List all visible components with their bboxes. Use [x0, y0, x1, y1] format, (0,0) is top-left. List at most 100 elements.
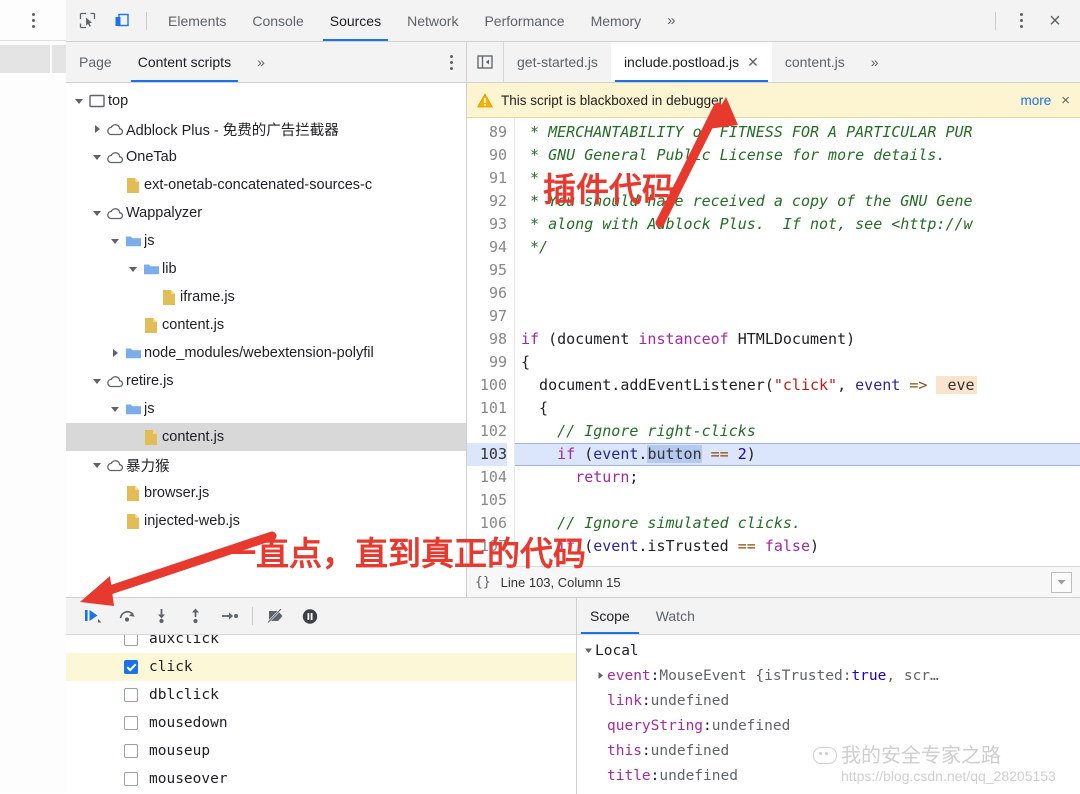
scope-property-row[interactable]: title: undefined: [577, 763, 1080, 788]
line-number[interactable]: 104: [467, 466, 507, 489]
tree-item[interactable]: injected-web.js: [66, 507, 466, 535]
tree-item[interactable]: top: [66, 87, 466, 115]
navigator-menu-button[interactable]: [437, 42, 466, 82]
tree-item[interactable]: OneTab: [66, 143, 466, 171]
step-into-icon[interactable]: [144, 598, 178, 634]
line-number[interactable]: 105: [467, 489, 507, 512]
pause-on-exceptions-icon[interactable]: [293, 598, 327, 634]
nav-tab-content-scripts[interactable]: Content scripts: [125, 42, 244, 82]
code-line[interactable]: [521, 259, 1080, 282]
pretty-print-icon[interactable]: {}: [475, 575, 491, 590]
tree-item[interactable]: Wappalyzer: [66, 199, 466, 227]
event-listener-row[interactable]: auxclick: [66, 635, 576, 653]
code-line[interactable]: if (document instanceof HTMLDocument): [521, 328, 1080, 351]
event-listener-checkbox[interactable]: [124, 660, 138, 674]
line-number[interactable]: 100: [467, 374, 507, 397]
chevron-down-icon[interactable]: [72, 87, 86, 115]
event-listener-checkbox[interactable]: [124, 772, 138, 786]
scope-property-row[interactable]: event: MouseEvent {isTrusted: true, scr…: [577, 663, 1080, 688]
inspect-cursor-icon[interactable]: [70, 0, 104, 41]
tree-item[interactable]: js: [66, 227, 466, 255]
code-content[interactable]: * MERCHANTABILITY or FITNESS FOR A PARTI…: [515, 118, 1080, 566]
tree-item[interactable]: js: [66, 395, 466, 423]
step-out-icon[interactable]: [178, 598, 212, 634]
content-scripts-tree[interactable]: topAdblock Plus - 免费的广告拦截器OneTabext-onet…: [66, 83, 466, 597]
line-number[interactable]: 98: [467, 328, 507, 351]
code-line[interactable]: */: [521, 236, 1080, 259]
chevron-down-icon[interactable]: [108, 227, 122, 255]
line-number[interactable]: 103: [467, 443, 507, 466]
event-listener-checkbox[interactable]: [124, 635, 138, 646]
line-number[interactable]: 89: [467, 121, 507, 144]
tab-watch[interactable]: Watch: [643, 598, 708, 634]
chevron-right-icon[interactable]: [108, 339, 122, 367]
tab-console[interactable]: Console: [239, 0, 316, 41]
blackbox-more-link[interactable]: more: [1020, 93, 1051, 108]
scope-group-local[interactable]: Local: [577, 638, 1080, 663]
code-line[interactable]: document.addEventListener("click", event…: [521, 374, 1080, 397]
chevron-down-icon[interactable]: [90, 367, 104, 395]
tabs-overflow-button[interactable]: »: [654, 0, 688, 41]
line-number[interactable]: 107: [467, 535, 507, 558]
tree-item[interactable]: node_modules/webextension-polyfil: [66, 339, 466, 367]
scope-contents[interactable]: Local event: MouseEvent {isTrusted: true…: [577, 635, 1080, 794]
chevron-right-icon[interactable]: [90, 115, 104, 143]
chevron-down-icon[interactable]: [126, 255, 140, 283]
line-number[interactable]: 106: [467, 512, 507, 535]
event-listener-checkbox[interactable]: [124, 688, 138, 702]
code-line[interactable]: [521, 489, 1080, 512]
code-line[interactable]: *: [521, 167, 1080, 190]
tree-item[interactable]: lib: [66, 255, 466, 283]
step-over-icon[interactable]: [110, 598, 144, 634]
tab-scope[interactable]: Scope: [577, 598, 643, 634]
event-listener-row[interactable]: dblclick: [66, 681, 576, 709]
line-number[interactable]: 95: [467, 259, 507, 282]
code-line[interactable]: // Ignore simulated clicks.: [521, 512, 1080, 535]
line-number[interactable]: 96: [467, 282, 507, 305]
tree-item[interactable]: browser.js: [66, 479, 466, 507]
tab-performance[interactable]: Performance: [471, 0, 577, 41]
code-line[interactable]: * along with Adblock Plus. If not, see <…: [521, 213, 1080, 236]
tree-item[interactable]: 暴力猴: [66, 451, 466, 479]
line-number[interactable]: 91: [467, 167, 507, 190]
chevron-down-icon[interactable]: [581, 646, 595, 655]
chevron-down-icon[interactable]: [90, 143, 104, 171]
code-line[interactable]: return;: [521, 466, 1080, 489]
code-line[interactable]: * MERCHANTABILITY or FITNESS FOR A PARTI…: [521, 121, 1080, 144]
deactivate-breakpoints-icon[interactable]: [259, 598, 293, 634]
chevron-down-box-icon[interactable]: [1051, 572, 1072, 593]
code-line[interactable]: {: [521, 397, 1080, 420]
page-menu-button[interactable]: [0, 0, 66, 41]
tab-memory[interactable]: Memory: [578, 0, 655, 41]
device-toolbar-icon[interactable]: [104, 0, 138, 41]
chevron-down-icon[interactable]: [90, 199, 104, 227]
event-listener-row[interactable]: mouseup: [66, 737, 576, 765]
close-devtools-button[interactable]: ×: [1038, 0, 1072, 41]
tab-sources[interactable]: Sources: [317, 0, 394, 41]
close-icon[interactable]: ×: [1061, 92, 1070, 109]
code-line[interactable]: [521, 282, 1080, 305]
tree-item[interactable]: retire.js: [66, 367, 466, 395]
editor-tab-get-started[interactable]: get-started.js: [504, 42, 611, 82]
code-editor[interactable]: 8990919293949596979899100101102103104105…: [467, 118, 1080, 566]
line-number[interactable]: 90: [467, 144, 507, 167]
event-listener-row[interactable]: click: [66, 653, 576, 681]
nav-tab-page[interactable]: Page: [66, 42, 125, 82]
scope-property-row[interactable]: link: undefined: [577, 688, 1080, 713]
editor-tab-content-js[interactable]: content.js: [772, 42, 858, 82]
devtools-main-menu-button[interactable]: [1004, 0, 1038, 41]
show-navigator-icon[interactable]: [467, 42, 504, 82]
step-icon[interactable]: [212, 598, 246, 634]
scope-property-row[interactable]: queryString: undefined: [577, 713, 1080, 738]
line-number[interactable]: 99: [467, 351, 507, 374]
close-icon[interactable]: ✕: [747, 54, 759, 71]
chevron-down-icon[interactable]: [108, 395, 122, 423]
code-line[interactable]: * You should have received a copy of the…: [521, 190, 1080, 213]
tree-item[interactable]: content.js: [66, 311, 466, 339]
editor-tabs-overflow-button[interactable]: »: [858, 42, 892, 82]
event-listener-row[interactable]: mousedown: [66, 709, 576, 737]
code-line[interactable]: [521, 305, 1080, 328]
line-number[interactable]: 97: [467, 305, 507, 328]
chevron-right-icon[interactable]: [593, 671, 607, 680]
line-number[interactable]: 93: [467, 213, 507, 236]
